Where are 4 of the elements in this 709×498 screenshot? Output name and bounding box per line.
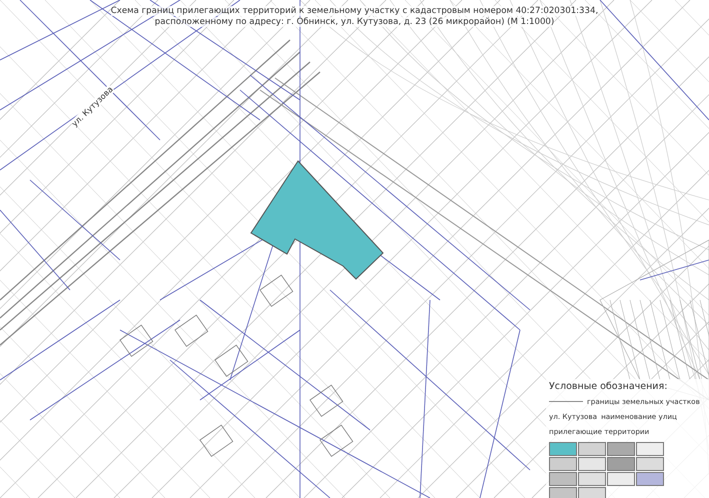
map-title: расположенному по адресу: г. Обнинск, ул. Кутузова, д. 23 (26 микрорайон) (М 1:1000) (154, 17, 554, 27)
map-title: Схема границ прилегающих территорий к земельному участку с кадастровым номером 40:27:020301:334, (110, 6, 598, 16)
legend-title: Условные обозначения: (549, 381, 668, 392)
boundary-line-sample (549, 401, 583, 402)
